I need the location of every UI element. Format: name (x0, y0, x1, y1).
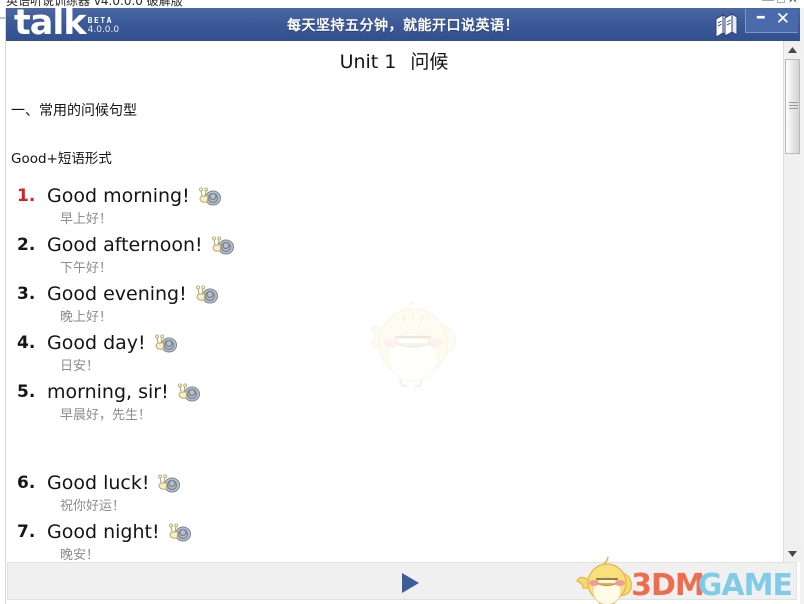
phrase-number: 6. (17, 473, 36, 493)
phrase-item: 5. morning, sir! 早晨好，先生！ (7, 379, 781, 426)
sub-heading: Good+短语形式 (11, 151, 112, 167)
phrase-item: 7. Good night! 晚安！ (7, 519, 781, 562)
player-toolbar: 3DM GAME (7, 556, 797, 604)
application-window: 英语听说训练器 v4.0.0.0 破解版 — □ ✕ 一 G · · 2 2 2… (0, 0, 804, 604)
window-controls: – ✕ (744, 8, 798, 33)
phrase-english[interactable]: Good day! (47, 330, 146, 356)
phrase-item: 3. Good evening! 晚上好！ (7, 281, 781, 328)
watermark-game: GAME (697, 567, 793, 603)
close-button[interactable]: ✕ (776, 11, 790, 28)
watermark-3dm: 3DM (631, 567, 705, 603)
phrase-english[interactable]: Good luck! (47, 470, 149, 496)
phrase-list: 1. Good morning! 早上好！ 2. Good afternoon! 下午好！… (7, 183, 781, 562)
phrase-number: 7. (17, 522, 36, 542)
parent-window-titlebar-sliver: 英语听说训练器 v4.0.0.0 破解版 — □ ✕ (0, 0, 804, 8)
parent-window-right-sliver (800, 8, 804, 604)
parent-window-left-sliver: 一 G · · 2 2 2 2 2 5 6 · 2 (0, 8, 6, 604)
unit-label: Unit 1 (339, 51, 397, 73)
snail-audio-icon[interactable] (154, 333, 178, 353)
phrase-item: 1. Good morning! 早上好！ (7, 183, 781, 230)
vertical-scrollbar[interactable] (783, 41, 801, 562)
phrase-english-wrap: Good evening! (47, 281, 219, 307)
phrase-translation: 早晨好，先生！ (60, 408, 152, 423)
phrase-row: 5. morning, sir! (7, 379, 781, 405)
snail-audio-icon[interactable] (211, 235, 235, 255)
snail-audio-icon[interactable] (195, 284, 219, 304)
phrase-english[interactable]: Good morning! (47, 183, 190, 209)
phrase-translation: 早上好！ (60, 212, 113, 227)
chick-watermark-logo (575, 555, 637, 604)
phrase-english[interactable]: Good afternoon! (47, 232, 203, 258)
phrase-row: 1. Good morning! (7, 183, 781, 209)
site-watermark: 3DM GAME (575, 555, 793, 604)
phrase-translation: 晚上好！ (60, 310, 113, 325)
parent-window-title: 英语听说训练器 v4.0.0.0 破解版 (6, 0, 183, 8)
phrase-english[interactable]: Good night! (47, 519, 160, 545)
phrase-number: 2. (17, 235, 36, 255)
phrase-row: 4. Good day! (7, 330, 781, 356)
phrase-item: 4. Good day! 日安！ (7, 330, 781, 377)
play-button[interactable] (398, 571, 422, 595)
scrollbar-grip (789, 102, 798, 109)
phrase-number: 4. (17, 333, 36, 353)
phrase-row: 2. Good afternoon! (7, 232, 781, 258)
snail-audio-icon[interactable] (177, 382, 201, 402)
phrase-item: 6. Good luck! 祝你好运！ (7, 470, 781, 517)
phrase-english-wrap: Good luck! (47, 470, 181, 496)
phrase-number: 3. (17, 284, 36, 304)
parent-window-controls: — □ ✕ (762, 0, 798, 6)
minimize-button[interactable]: – (756, 8, 766, 26)
lesson-content: Unit 1 问候 一、常用的问候句型 Good+短语形式 1. Good mor… (7, 41, 781, 562)
phrase-number: 5. (17, 382, 36, 402)
phrase-item: 2. Good afternoon! 下午好！ (7, 232, 781, 279)
titlebar: talk BETA 4.0.0.0 每天坚持五分钟，就能开口说英语！ – ✕ (6, 8, 800, 41)
scrollbar-thumb[interactable] (785, 59, 800, 154)
scroll-down-arrow[interactable] (784, 545, 801, 562)
snail-audio-icon[interactable] (198, 186, 222, 206)
phrase-english[interactable]: morning, sir! (47, 379, 169, 405)
phrase-row: 3. Good evening! (7, 281, 781, 307)
phrase-translation: 祝你好运！ (60, 499, 126, 514)
phrase-english-wrap: Good afternoon! (47, 232, 235, 258)
snail-audio-icon[interactable] (157, 473, 181, 493)
phrase-english-wrap: Good morning! (47, 183, 222, 209)
page-title: Unit 1 问候 (7, 47, 781, 74)
unit-title-cn: 问候 (410, 51, 449, 73)
books-icon[interactable] (712, 12, 742, 38)
phrase-translation: 下午好！ (60, 261, 113, 276)
scroll-up-arrow[interactable] (784, 41, 801, 58)
banner-slogan: 每天坚持五分钟，就能开口说英语！ (287, 18, 519, 34)
section-heading: 一、常用的问候句型 (11, 103, 137, 119)
phrase-english-wrap: Good day! (47, 330, 178, 356)
phrase-english[interactable]: Good evening! (47, 281, 187, 307)
snail-audio-icon[interactable] (168, 522, 192, 542)
phrase-english-wrap: Good night! (47, 519, 192, 545)
phrase-english-wrap: morning, sir! (47, 379, 201, 405)
phrase-number: 1. (17, 186, 36, 206)
phrase-row: 6. Good luck! (7, 470, 781, 496)
phrase-translation: 晚安！ (60, 548, 100, 562)
phrase-translation: 日安！ (60, 359, 100, 374)
phrase-row: 7. Good night! (7, 519, 781, 545)
